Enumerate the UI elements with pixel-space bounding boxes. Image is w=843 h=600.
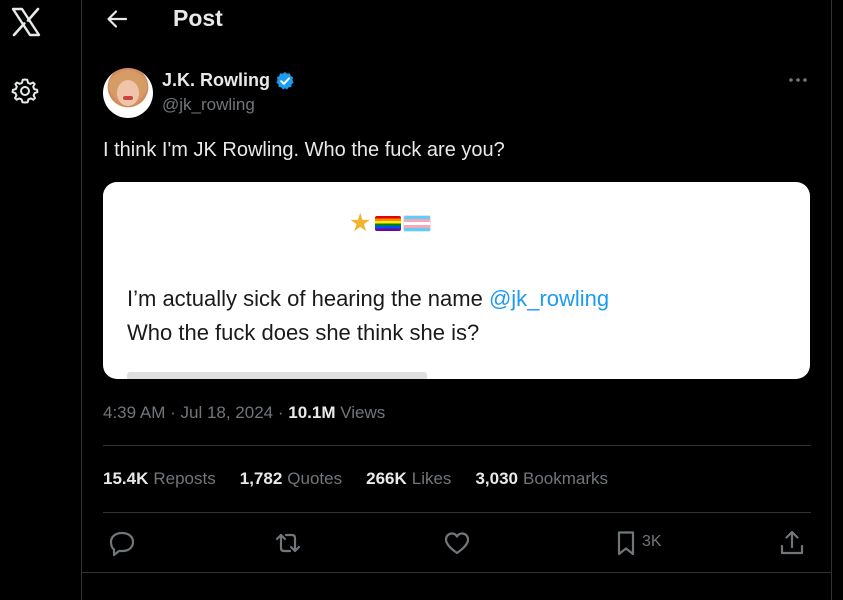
quoted-mention: @jk_rowling	[488, 286, 610, 311]
stat-reposts[interactable]: 15.4K Reposts	[103, 469, 216, 489]
gear-icon[interactable]	[10, 76, 40, 106]
rainbow-flag-icon	[375, 215, 402, 231]
transgender-flag-icon	[403, 214, 432, 232]
emoji-row: ★	[349, 210, 433, 236]
avatar[interactable]	[103, 68, 153, 118]
tweet-date[interactable]: Jul 18, 2024	[180, 403, 273, 422]
stat-quotes[interactable]: 1,782 Quotes	[240, 469, 342, 489]
star-icon: ★	[349, 209, 372, 237]
divider	[103, 512, 811, 513]
quoted-text-line-1: I’m actually sick of hearing the name @j…	[127, 286, 609, 312]
verified-icon	[276, 72, 294, 90]
cropped-timestamp	[127, 372, 427, 379]
back-arrow-icon[interactable]	[104, 6, 130, 32]
quoted-text-line-2: Who the fuck does she think she is?	[127, 320, 480, 345]
repost-icon[interactable]	[273, 528, 303, 558]
tweet-time[interactable]: 4:39 AM	[103, 403, 165, 422]
views-label: Views	[340, 403, 386, 422]
tweet-text: I think I'm JK Rowling. Who the fuck are…	[103, 139, 505, 161]
divider	[103, 445, 811, 446]
stat-likes[interactable]: 266K Likes	[366, 469, 451, 489]
meta-separator: ·	[273, 403, 289, 422]
right-divider	[831, 0, 832, 600]
divider	[82, 572, 831, 573]
share-icon[interactable]	[777, 528, 807, 558]
bookmark-icon[interactable]	[611, 528, 641, 558]
quoted-image[interactable]: ★ I’m actually sick of hearing the name …	[103, 182, 810, 379]
author-name[interactable]: J.K. Rowling	[162, 70, 270, 91]
bookmark-count: 3K	[642, 533, 662, 550]
x-logo-icon[interactable]	[8, 4, 44, 40]
reply-icon[interactable]	[107, 528, 137, 558]
views-count: 10.1M	[288, 403, 336, 422]
quoted-text-prefix: I’m actually sick of hearing the name	[127, 286, 489, 311]
tweet-meta: 4:39 AM · Jul 18, 2024 · 10.1M Views	[103, 403, 385, 423]
like-icon[interactable]	[442, 528, 472, 558]
author-handle[interactable]: @jk_rowling	[162, 95, 255, 115]
action-bar	[103, 528, 811, 560]
stat-bookmarks[interactable]: 3,030 Bookmarks	[475, 469, 608, 489]
page-title: Post	[173, 5, 223, 31]
meta-separator: ·	[165, 403, 181, 422]
more-icon[interactable]	[785, 72, 811, 88]
engagement-stats: 15.4K Reposts 1,782 Quotes 266K Likes 3,030…	[103, 469, 632, 489]
